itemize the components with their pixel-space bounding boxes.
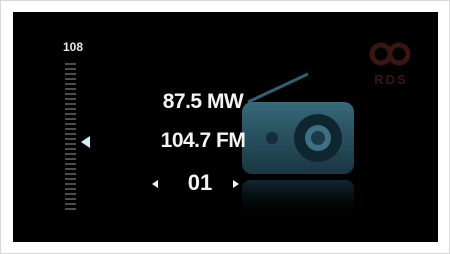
preset-selector: 01 <box>148 170 248 200</box>
frequency-scale[interactable] <box>62 62 82 212</box>
radio-screen: 108 RDS 87.5 MW 104.7 FM 01 <box>13 12 438 242</box>
scale-max-label: 108 <box>63 40 84 54</box>
window-frame: 108 RDS 87.5 MW 104.7 FM 01 <box>0 0 450 254</box>
rds-logo: RDS <box>369 42 411 87</box>
triangle-right-icon[interactable] <box>233 180 239 188</box>
fm-frequency-reading: 104.7 FM <box>160 129 246 152</box>
mw-frequency-reading: 87.5 MW <box>162 90 244 113</box>
svg-text:RDS: RDS <box>374 72 407 87</box>
triangle-left-icon[interactable] <box>152 180 158 188</box>
triangle-left-icon <box>81 136 90 148</box>
preset-number: 01 <box>187 170 213 195</box>
